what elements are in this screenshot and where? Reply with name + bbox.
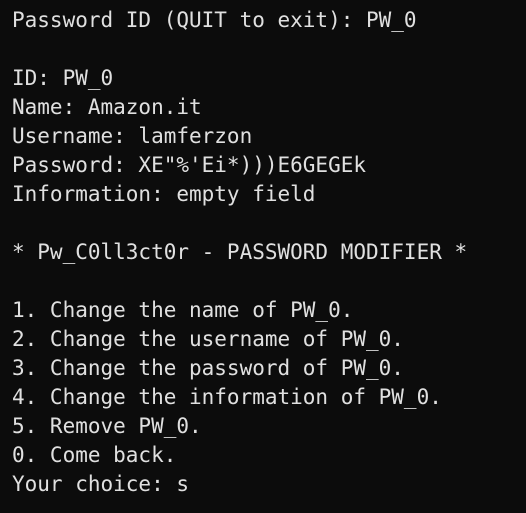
menu-item-come-back: 0. Come back.: [12, 443, 177, 467]
terminal-window[interactable]: Password ID (QUIT to exit): PW_0 ID: PW_…: [0, 0, 526, 513]
menu-item-change-information: 4. Change the information of PW_0.: [12, 385, 442, 409]
choice-input-line[interactable]: Your choice: s: [12, 470, 526, 499]
menu-item-change-name: 1. Change the name of PW_0.: [12, 298, 354, 322]
record-password-line: Password: XE"%'Ei*)))E6GEGEk: [12, 153, 367, 177]
menu-item-change-username: 2. Change the username of PW_0.: [12, 327, 404, 351]
record-username-line: Username: lamferzon: [12, 124, 253, 148]
menu-title: * Pw_C0ll3ct0r - PASSWORD MODIFIER *: [12, 240, 468, 264]
record-name-line: Name: Amazon.it: [12, 95, 202, 119]
menu-item-remove: 5. Remove PW_0.: [12, 414, 202, 438]
menu-item-change-password: 3. Change the password of PW_0.: [12, 356, 404, 380]
record-information-line: Information: empty field: [12, 182, 316, 206]
record-id-line: ID: PW_0: [12, 66, 114, 90]
id-prompt-line: Password ID (QUIT to exit): PW_0: [12, 8, 417, 32]
